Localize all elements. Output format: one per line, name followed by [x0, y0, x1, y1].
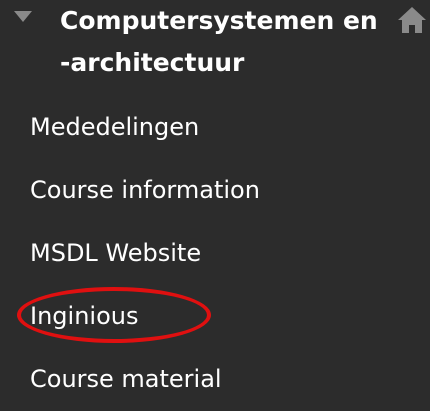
menu-item-course-material[interactable]: Course material — [0, 348, 430, 411]
course-title-line-1: Computersystemen en — [60, 6, 378, 35]
home-icon[interactable] — [395, 4, 429, 36]
course-title[interactable]: Computersystemen en -architectuur — [60, 0, 380, 84]
course-menu: Mededelingen Course information MSDL Web… — [0, 96, 430, 411]
menu-item-label: Course material — [30, 365, 222, 393]
caret-down-icon[interactable] — [14, 11, 32, 22]
menu-item-mededelingen[interactable]: Mededelingen — [0, 96, 430, 159]
menu-item-label: Inginious — [30, 302, 139, 330]
menu-item-label: MSDL Website — [30, 239, 202, 267]
menu-item-label: Mededelingen — [30, 113, 200, 141]
menu-item-msdl-website[interactable]: MSDL Website — [0, 222, 430, 285]
menu-item-inginious[interactable]: Inginious — [0, 285, 430, 348]
menu-item-label: Course information — [30, 176, 260, 204]
course-title-line-2: -architectuur — [60, 48, 245, 77]
menu-item-course-information[interactable]: Course information — [0, 159, 430, 222]
course-menu-panel: Computersystemen en -architectuur Medede… — [0, 0, 430, 395]
